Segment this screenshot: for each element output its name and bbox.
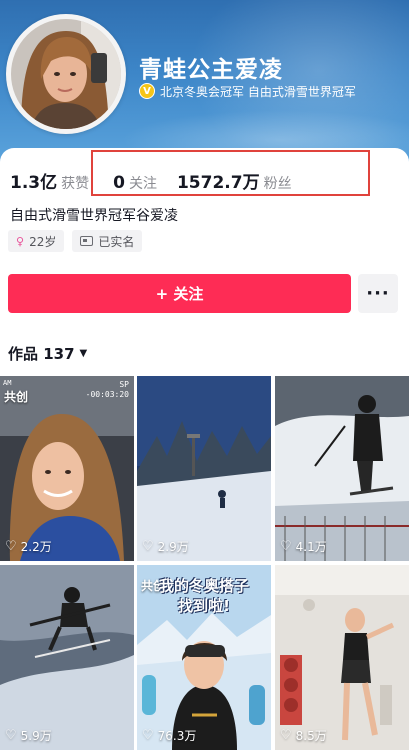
- works-tab[interactable]: 作品 137 ▼: [8, 343, 87, 364]
- video-likes: ♡ 5.9万: [5, 727, 52, 744]
- caret-down-icon: ▼: [79, 348, 88, 359]
- more-options-button[interactable]: ···: [358, 274, 398, 313]
- likes-count-text: 5.9万: [20, 729, 52, 743]
- verified-badge-icon: V: [139, 83, 155, 99]
- video-likes: ♡ 76.3万: [142, 727, 196, 744]
- camera-overlay: SP -00:03:20: [86, 380, 129, 400]
- heart-icon: ♡: [280, 539, 292, 554]
- likes-count-text: 4.1万: [295, 540, 327, 554]
- age-tag: ♀ 22岁: [8, 230, 65, 252]
- video-likes: ♡ 8.5万: [280, 727, 327, 744]
- camera-timecode: -00:03:20: [85, 390, 129, 399]
- profile-tags: ♀ 22岁 已实名: [8, 230, 143, 252]
- highlight-box: [91, 150, 370, 196]
- heart-icon: ♡: [142, 539, 154, 554]
- bio-text: 自由式滑雪世界冠军谷爱凌: [10, 208, 178, 224]
- video-thumbnail: [275, 376, 409, 561]
- likes-label: 获赞: [61, 176, 90, 192]
- verification-row: V 北京冬奥会冠军 自由式滑雪世界冠军: [139, 82, 356, 100]
- camera-mode-label: AM: [3, 379, 12, 387]
- age-text: 22岁: [29, 234, 57, 249]
- video-likes: ♡ 2.9万: [142, 538, 189, 555]
- avatar-photo-icon: [11, 19, 121, 129]
- video-card[interactable]: 共创 我的冬奥搭子 找到啦! ♡ 76.3万: [137, 565, 271, 750]
- video-card[interactable]: ♡ 5.9万: [0, 565, 134, 750]
- follow-button-label: + 关注: [155, 285, 204, 303]
- video-card[interactable]: AM 共创 SP -00:03:20 ♡ 2.2万: [0, 376, 134, 561]
- video-thumbnail: [137, 376, 271, 561]
- video-likes: ♡ 4.1万: [280, 538, 327, 555]
- video-thumbnail: [275, 565, 409, 750]
- poster-title-line2: 找到啦!: [178, 597, 230, 615]
- likes-count-text: 76.3万: [157, 729, 197, 743]
- avatar[interactable]: [6, 14, 126, 134]
- gender-female-icon: ♀: [16, 234, 25, 248]
- heart-icon: ♡: [280, 728, 292, 743]
- likes-stat[interactable]: 1.3亿 获赞: [10, 168, 89, 193]
- verification-text: 北京冬奥会冠军 自由式滑雪世界冠军: [160, 84, 356, 99]
- works-label: 作品 137: [8, 345, 75, 363]
- poster-title-line1: 我的冬奥搭子: [158, 577, 249, 595]
- realname-text: 已实名: [98, 234, 135, 249]
- cocreate-badge: 共创: [4, 390, 29, 404]
- profile-name: 青蛙公主爱凌: [139, 57, 283, 83]
- video-grid: AM 共创 SP -00:03:20 ♡ 2.2万 ♡ 2.9万 ♡ 4.1万 …: [0, 376, 409, 752]
- likes-count-text: 2.9万: [157, 540, 189, 554]
- avatar-image: [11, 19, 121, 129]
- heart-icon: ♡: [5, 728, 17, 743]
- video-likes: ♡ 2.2万: [5, 538, 52, 555]
- heart-icon: ♡: [5, 539, 17, 554]
- realname-tag: 已实名: [72, 230, 143, 252]
- heart-icon: ♡: [142, 728, 154, 743]
- follow-button[interactable]: + 关注: [8, 274, 351, 313]
- likes-count-text: 2.2万: [20, 540, 52, 554]
- video-card[interactable]: ♡ 8.5万: [275, 565, 409, 750]
- likes-count: 1.3亿: [10, 173, 58, 193]
- camera-sp-label: SP: [119, 380, 129, 389]
- likes-count-text: 8.5万: [295, 729, 327, 743]
- video-card[interactable]: ♡ 4.1万: [275, 376, 409, 561]
- video-card[interactable]: ♡ 2.9万: [137, 376, 271, 561]
- more-dots-icon: ···: [366, 283, 390, 304]
- video-thumbnail: [0, 565, 134, 750]
- id-card-icon: [80, 236, 94, 246]
